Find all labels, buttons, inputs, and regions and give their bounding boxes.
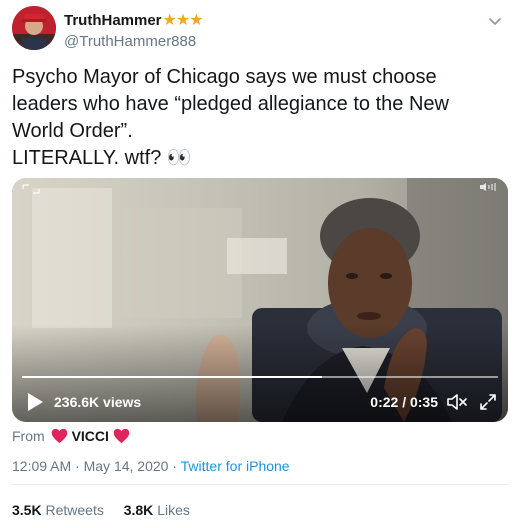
tweet-date[interactable]: May 14, 2020 bbox=[84, 458, 169, 474]
retweets-label: Retweets bbox=[45, 502, 104, 518]
star-badges: ★★★ bbox=[162, 10, 204, 30]
tweet-header: TruthHammer★★★ @TruthHammer888 bbox=[12, 6, 508, 54]
embed-corner-icon bbox=[22, 184, 40, 194]
from-label: From bbox=[12, 428, 45, 444]
likes-stat[interactable]: 3.8K Likes bbox=[124, 502, 190, 518]
fullscreen-icon[interactable] bbox=[478, 392, 498, 412]
avatar[interactable] bbox=[12, 6, 56, 50]
progress-bar[interactable] bbox=[22, 376, 498, 378]
tweet-time[interactable]: 12:09 AM bbox=[12, 458, 71, 474]
user-names: TruthHammer★★★ @TruthHammer888 bbox=[64, 10, 204, 51]
video-frame bbox=[12, 178, 508, 422]
display-name[interactable]: TruthHammer bbox=[64, 12, 162, 29]
video-player[interactable]: 236.6K views 0:22 / 0:35 bbox=[12, 178, 508, 422]
likes-label: Likes bbox=[157, 502, 190, 518]
tweet-card: TruthHammer★★★ @TruthHammer888 Psycho Ma… bbox=[0, 0, 520, 528]
tweet-text-line: leaders who have “pledged allegiance to … bbox=[12, 93, 449, 115]
user-handle[interactable]: @TruthHammer888 bbox=[64, 33, 203, 50]
progress-fill bbox=[22, 376, 322, 378]
separator: · bbox=[71, 458, 84, 474]
tweet-client[interactable]: Twitter for iPhone bbox=[181, 458, 290, 474]
source-name[interactable]: VICCI bbox=[72, 428, 109, 444]
play-icon[interactable] bbox=[26, 392, 44, 412]
star-icon: ★★★ bbox=[162, 12, 204, 29]
mute-icon[interactable] bbox=[446, 392, 468, 412]
heart-icon bbox=[51, 428, 67, 444]
retweets-stat[interactable]: 3.5K Retweets bbox=[12, 502, 104, 518]
separator: · bbox=[168, 458, 181, 474]
chevron-down-icon[interactable] bbox=[486, 12, 504, 30]
tweet-text-line: World Order”. bbox=[12, 120, 133, 142]
likes-count: 3.8K bbox=[123, 502, 154, 518]
video-source: From VICCI bbox=[12, 426, 132, 446]
divider bbox=[12, 484, 508, 485]
tweet-text-line: Psycho Mayor of Chicago says we must cho… bbox=[12, 66, 437, 88]
heart-icon bbox=[113, 428, 130, 444]
volume-indicator-icon bbox=[480, 183, 496, 191]
avatar-image bbox=[12, 6, 56, 50]
tweet-stats: 3.5K Retweets 3.8K Likes bbox=[12, 502, 190, 518]
video-time: 0:22 / 0:35 bbox=[370, 394, 438, 410]
tweet-text-line: LITERALLY. wtf? 👀 bbox=[12, 147, 192, 169]
view-count: 236.6K views bbox=[54, 394, 142, 410]
retweets-count: 3.5K bbox=[12, 502, 42, 518]
tweet-meta: 12:09 AM · May 14, 2020 · Twitter for iP… bbox=[12, 458, 290, 474]
tweet-text: Psycho Mayor of Chicago says we must cho… bbox=[12, 64, 508, 172]
